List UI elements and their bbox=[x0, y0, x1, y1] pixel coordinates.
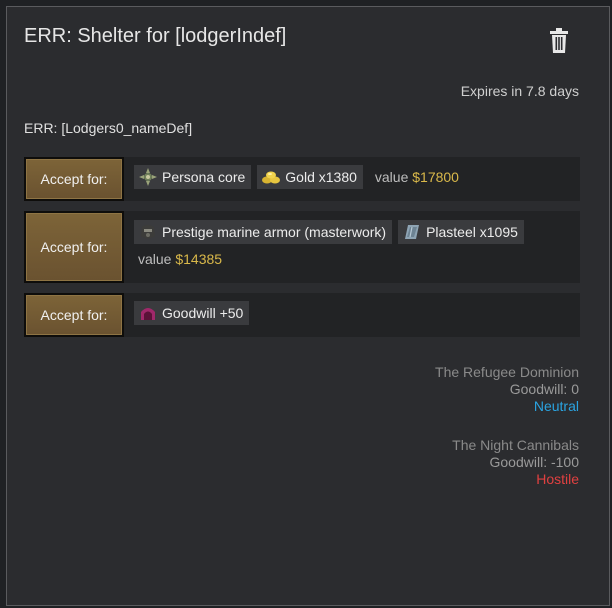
dialog-title: ERR: Shelter for [lodgerIndef] bbox=[24, 25, 287, 47]
trash-icon[interactable] bbox=[547, 27, 571, 55]
persona-core-icon bbox=[139, 168, 157, 186]
expiry-text: Expires in 7.8 days bbox=[460, 83, 579, 99]
reward-label: Plasteel x1095 bbox=[426, 224, 518, 240]
reward-value: value $14385 bbox=[132, 251, 222, 267]
armor-icon bbox=[141, 225, 155, 239]
reward-option-2: Accept for: Prestige marine armor (maste… bbox=[24, 211, 580, 283]
faction-goodwill: Goodwill: -100 bbox=[489, 454, 580, 470]
lodger-name-text: ERR: [Lodgers0_nameDef] bbox=[24, 120, 193, 136]
reward-option-1: Accept for: Persona core Gold x1380 valu… bbox=[24, 157, 580, 201]
quest-dialog: ERR: Shelter for [lodgerIndef] Expires i… bbox=[6, 6, 610, 606]
faction-info: The Refugee Dominion Goodwill: 0 Neutral bbox=[435, 364, 579, 415]
faction-relation: Hostile bbox=[536, 471, 579, 487]
value-label: value bbox=[138, 251, 172, 267]
reward-chip[interactable]: Plasteel x1095 bbox=[398, 220, 524, 244]
reward-option-3: Accept for: Goodwill +50 bbox=[24, 293, 580, 337]
reward-chip[interactable]: Prestige marine armor (masterwork) bbox=[134, 220, 393, 244]
accept-button[interactable]: Accept for: bbox=[24, 157, 124, 201]
faction-name: The Refugee Dominion bbox=[435, 364, 579, 380]
reward-label: Persona core bbox=[162, 169, 246, 185]
reward-label: Prestige marine armor (masterwork) bbox=[162, 224, 387, 240]
value-amount: $17800 bbox=[412, 169, 459, 185]
reward-chip[interactable]: Goodwill +50 bbox=[134, 301, 250, 325]
reward-label: Gold x1380 bbox=[285, 169, 357, 185]
value-amount: $14385 bbox=[175, 251, 223, 267]
accept-button[interactable]: Accept for: bbox=[24, 293, 124, 337]
gold-icon bbox=[262, 171, 281, 184]
faction-goodwill: Goodwill: 0 bbox=[509, 381, 579, 397]
value-label: value bbox=[374, 169, 409, 185]
faction-relation: Neutral bbox=[533, 398, 579, 414]
reward-chip[interactable]: Persona core bbox=[134, 165, 252, 189]
faction-info: The Night Cannibals Goodwill: -100 Hosti… bbox=[452, 437, 579, 488]
accept-button[interactable]: Accept for: bbox=[24, 211, 124, 283]
reward-chip[interactable]: Gold x1380 bbox=[257, 165, 363, 189]
reward-label: Goodwill +50 bbox=[162, 305, 244, 321]
plasteel-icon bbox=[405, 225, 420, 239]
faction-name: The Night Cannibals bbox=[452, 437, 579, 453]
reward-value: value $17800 bbox=[369, 169, 459, 185]
goodwill-icon bbox=[141, 308, 155, 320]
